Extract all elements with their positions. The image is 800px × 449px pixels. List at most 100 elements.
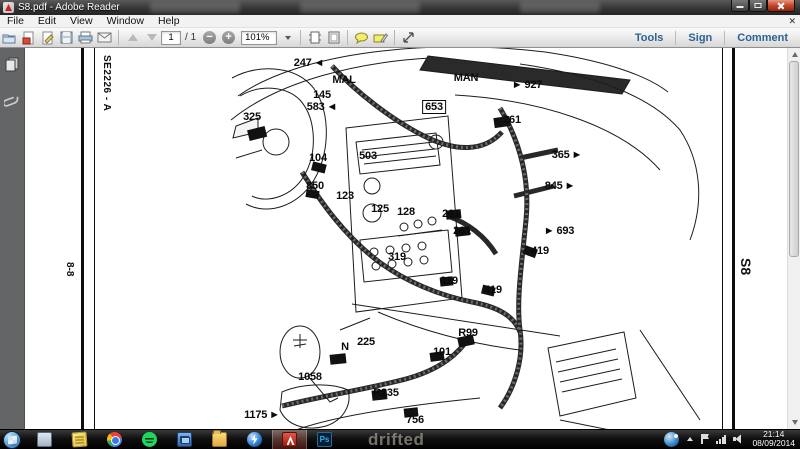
zoom-in-button[interactable]: + bbox=[220, 29, 237, 46]
volume-speaker-icon[interactable] bbox=[733, 434, 744, 444]
menu-edit[interactable]: Edit bbox=[31, 15, 63, 27]
screen: S8.pdf - Adobe Reader FileEditViewWindow… bbox=[0, 0, 800, 449]
show-hidden-icons-icon[interactable] bbox=[687, 437, 693, 441]
aero-blur bbox=[520, 2, 600, 13]
diagram-label-927: ► 927 bbox=[512, 79, 542, 91]
create-pdf-icon bbox=[22, 31, 36, 45]
taskbar-item-adobe-reader-active[interactable] bbox=[272, 430, 307, 449]
diagram-label-583: 583 ◄ bbox=[307, 101, 337, 113]
diagram-label-101: 101 bbox=[433, 346, 451, 358]
diagram-labels: 247 ◄MAL145583 ◄325104850503MAN► 9276532… bbox=[0, 0, 800, 449]
folder-icon bbox=[212, 432, 227, 447]
scroll-pages-icon bbox=[308, 31, 322, 44]
taskbar-item-displays[interactable] bbox=[167, 430, 202, 449]
tray-app-icon[interactable] bbox=[664, 432, 679, 447]
save-button[interactable] bbox=[58, 29, 75, 46]
taskbar-item-sticky-notes[interactable] bbox=[62, 430, 97, 449]
title-bar: S8.pdf - Adobe Reader bbox=[0, 0, 800, 15]
taskbar-item-calculator[interactable] bbox=[27, 430, 62, 449]
next-page-button[interactable] bbox=[143, 29, 160, 46]
taskbar-item-chrome[interactable] bbox=[97, 430, 132, 449]
zoom-dropdown-button[interactable] bbox=[278, 29, 295, 46]
document-area: SE2226 - A 8-8 S8 bbox=[0, 48, 800, 429]
start-orb-button[interactable] bbox=[3, 431, 21, 449]
diagram-label-325: 325 bbox=[243, 111, 261, 123]
up-arrow-icon bbox=[128, 34, 138, 41]
email-button[interactable] bbox=[96, 29, 113, 46]
dual-displays-icon bbox=[177, 432, 192, 447]
tools-button[interactable]: Tools bbox=[623, 32, 676, 44]
create-pdf-button[interactable] bbox=[20, 29, 37, 46]
aero-blur bbox=[300, 2, 420, 13]
menu-file[interactable]: File bbox=[0, 15, 31, 27]
adobe-reader-app-icon bbox=[3, 2, 14, 13]
toolbar-separator bbox=[347, 30, 348, 45]
clock[interactable]: 21:14 08/09/2014 bbox=[752, 430, 795, 448]
scroll-up-icon bbox=[792, 52, 798, 57]
toolbar-separator bbox=[300, 30, 301, 45]
menu-help[interactable]: Help bbox=[151, 15, 187, 27]
sign-pen-icon bbox=[373, 32, 388, 44]
menu-bar: FileEditViewWindowHelp ✕ bbox=[0, 15, 800, 28]
zoom-out-button[interactable]: − bbox=[201, 29, 218, 46]
zoom-level-select[interactable]: 101% bbox=[241, 31, 277, 45]
open-button[interactable] bbox=[1, 29, 18, 46]
diagonal-arrows-icon bbox=[402, 31, 415, 44]
diagram-label-145: 145 bbox=[313, 89, 331, 101]
menu-window[interactable]: Window bbox=[100, 15, 151, 27]
restore-button[interactable] bbox=[749, 0, 767, 12]
page-count-label: / 1 bbox=[185, 32, 196, 43]
edit-page-icon bbox=[41, 31, 55, 45]
taskbar-item-download-manager[interactable] bbox=[237, 430, 272, 449]
comment-button[interactable]: Comment bbox=[725, 32, 800, 44]
diagram-label-n: N bbox=[341, 341, 349, 353]
diagram-label-319: 319 bbox=[440, 275, 458, 287]
diagram-label-261: 261 bbox=[453, 225, 471, 237]
menu-view[interactable]: View bbox=[63, 15, 100, 27]
taskbar-item-photoshop[interactable]: Ps bbox=[307, 430, 342, 449]
envelope-icon bbox=[97, 32, 112, 43]
taskbar-item-explorer[interactable] bbox=[202, 430, 237, 449]
vertical-scrollbar[interactable] bbox=[787, 48, 800, 429]
print-button[interactable] bbox=[77, 29, 94, 46]
previous-page-button[interactable] bbox=[124, 29, 141, 46]
network-signal-icon[interactable] bbox=[716, 434, 726, 444]
scroll-down-button[interactable] bbox=[788, 416, 800, 429]
page-number-input[interactable]: 1 bbox=[161, 31, 181, 45]
diagram-label-365: 365 ► bbox=[552, 149, 582, 161]
diagram-label-653: 653 bbox=[422, 100, 446, 114]
chrome-icon bbox=[107, 432, 122, 447]
fill-sign-button[interactable] bbox=[39, 29, 56, 46]
windows-flag-icon bbox=[8, 436, 17, 445]
diagram-label-r99: R99 bbox=[458, 327, 478, 339]
diagram-label-693: ► 693 bbox=[544, 225, 574, 237]
diagram-label-319: 319 bbox=[388, 251, 406, 263]
close-button[interactable] bbox=[767, 0, 795, 12]
sticky-notes-icon bbox=[71, 431, 87, 447]
taskbar-item-spotify[interactable] bbox=[132, 430, 167, 449]
add-comment-button[interactable] bbox=[353, 29, 370, 46]
scrollbar-thumb[interactable] bbox=[789, 61, 799, 257]
forum-watermark: drifted bbox=[368, 430, 424, 449]
scrolling-mode-button[interactable] bbox=[306, 29, 323, 46]
fit-page-button[interactable] bbox=[325, 29, 342, 46]
diagram-label-225: 225 bbox=[357, 336, 375, 348]
minimize-button[interactable] bbox=[731, 0, 749, 12]
scroll-down-icon bbox=[792, 420, 798, 425]
diagram-label-756: 756 bbox=[406, 414, 424, 426]
diagram-label-261: 261 bbox=[503, 114, 521, 126]
open-file-icon bbox=[2, 31, 17, 44]
sign-button[interactable]: Sign bbox=[676, 32, 724, 44]
diagram-label-419: 419 bbox=[531, 245, 549, 257]
toolbar: 1 / 1 − + 101% Tools Sign bbox=[0, 28, 800, 48]
document-close-icon[interactable]: ✕ bbox=[788, 16, 796, 27]
scroll-up-button[interactable] bbox=[788, 48, 800, 61]
diagram-label-261: 261 bbox=[442, 208, 460, 220]
adobe-reader-icon bbox=[282, 432, 297, 447]
tray-date: 08/09/2014 bbox=[752, 438, 795, 448]
action-center-flag-icon[interactable] bbox=[701, 434, 709, 444]
lightning-bolt-icon bbox=[247, 432, 262, 447]
sign-annotation-button[interactable] bbox=[372, 29, 389, 46]
diagram-label-1058: 1058 bbox=[298, 371, 322, 383]
resize-view-button[interactable] bbox=[400, 29, 417, 46]
